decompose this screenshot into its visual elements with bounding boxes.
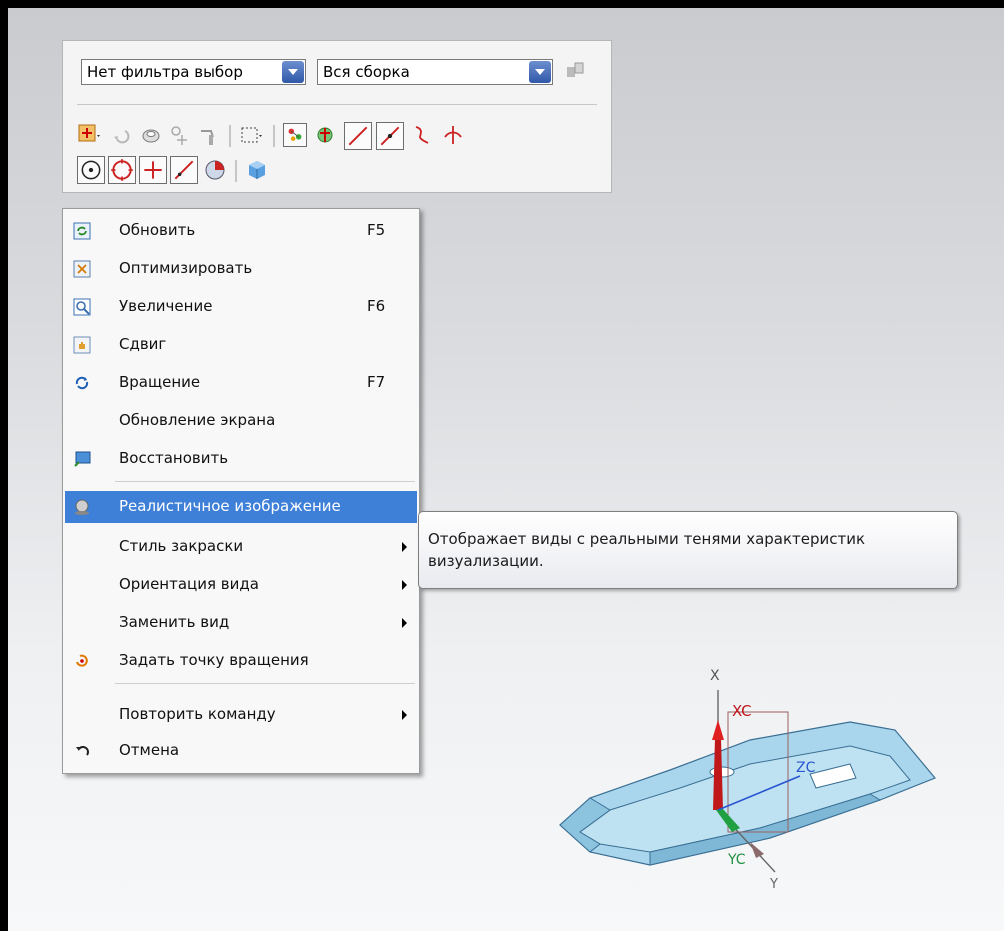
zoom-icon	[73, 298, 91, 316]
part-model[interactable]: X XC ZC YC Y	[550, 660, 950, 890]
pie-icon[interactable]	[203, 158, 227, 182]
axis-x-label: X	[710, 668, 720, 684]
selection-toolbar: Нет фильтра выбор Вся сборка	[62, 40, 612, 193]
cross-icon[interactable]	[139, 156, 167, 184]
tooltip-line-2: визуализации.	[428, 552, 544, 570]
chevron-down-icon[interactable]	[282, 61, 304, 83]
arrow-icon[interactable]	[109, 123, 133, 147]
axis-y-label: Y	[769, 877, 778, 890]
circle-center-icon[interactable]	[77, 156, 105, 184]
rotation-point-icon	[73, 652, 91, 670]
axis-xc-head	[712, 720, 724, 740]
box-select-icon[interactable]	[239, 123, 263, 147]
curve-icon[interactable]	[410, 123, 434, 147]
toolbar-divider	[77, 104, 597, 105]
menu-item-rotate[interactable]: Вращение F7	[65, 367, 417, 399]
axis-y-head	[750, 842, 764, 858]
restore-icon	[73, 450, 91, 468]
snap-icon[interactable]	[283, 123, 307, 147]
submenu-arrow-icon	[402, 710, 407, 720]
toolbar-separator	[229, 125, 231, 147]
menu-divider	[115, 481, 415, 482]
sphere-icon	[73, 498, 91, 516]
menu-item-undo[interactable]: Отмена	[65, 735, 417, 767]
menu-item-screen-refresh[interactable]: Обновление экрана	[65, 405, 417, 437]
axis-zc-label: ZC	[796, 760, 816, 776]
submenu-arrow-icon	[402, 542, 407, 552]
menu-item-realistic-view[interactable]: Реалистичное изображение	[65, 491, 417, 523]
menu-item-shading-style[interactable]: Стиль закраски	[65, 531, 417, 563]
menu-item-view-orientation[interactable]: Ориентация вида	[65, 569, 417, 601]
shape-icon[interactable]	[139, 123, 163, 147]
circle-icon[interactable]	[108, 156, 136, 184]
axis-xc-arrow	[713, 738, 723, 810]
submenu-arrow-icon	[402, 580, 407, 590]
submenu-arrow-icon	[402, 618, 407, 628]
vertex-icon[interactable]	[195, 123, 219, 147]
assembly-navigator-icon[interactable]	[563, 59, 587, 83]
scope-dropdown[interactable]: Вся сборка	[317, 59, 553, 85]
menu-item-refresh[interactable]: Обновить F5	[65, 215, 417, 247]
toolbar-separator	[235, 160, 237, 182]
view-context-menu: Обновить F5 Оптимизировать Увеличение F6…	[62, 208, 420, 774]
rotate-icon[interactable]	[313, 123, 337, 147]
menu-item-restore[interactable]: Восстановить	[65, 443, 417, 475]
axis-xc-label: XC	[732, 702, 752, 720]
axis-icon[interactable]	[441, 123, 465, 147]
scope-value: Вся сборка	[323, 63, 410, 81]
undo-icon	[73, 742, 91, 760]
cube-icon[interactable]	[245, 158, 269, 182]
fit-icon	[73, 260, 91, 278]
tooltip-line-1: Отображает виды с реальными тенями харак…	[428, 530, 866, 548]
toolbar-separator	[273, 125, 275, 147]
tooltip: Отображает виды с реальными тенями харак…	[418, 511, 958, 589]
menu-item-zoom[interactable]: Увеличение F6	[65, 291, 417, 323]
menu-item-set-rotation-point[interactable]: Задать точку вращения	[65, 645, 417, 677]
tangent-line-icon[interactable]	[170, 156, 198, 184]
menu-item-replace-view[interactable]: Заменить вид	[65, 607, 417, 639]
line-point-icon[interactable]	[376, 122, 404, 150]
type-filter-dropdown[interactable]: Нет фильтра выбор	[81, 59, 306, 85]
axis-yc-label: YC	[727, 852, 746, 868]
menu-item-repeat-command[interactable]: Повторить команду	[65, 699, 417, 731]
menu-item-pan[interactable]: Сдвиг	[65, 329, 417, 361]
rotate-icon	[73, 374, 91, 392]
pan-icon	[73, 336, 91, 354]
point-icon[interactable]	[167, 123, 191, 147]
chevron-down-icon[interactable]	[529, 61, 551, 83]
refresh-icon	[73, 222, 91, 240]
menu-item-fit[interactable]: Оптимизировать	[65, 253, 417, 285]
type-filter-value: Нет фильтра выбор	[87, 63, 243, 81]
selection-plus-icon[interactable]	[77, 123, 101, 147]
menu-divider	[115, 683, 415, 684]
line-icon[interactable]	[344, 122, 372, 150]
